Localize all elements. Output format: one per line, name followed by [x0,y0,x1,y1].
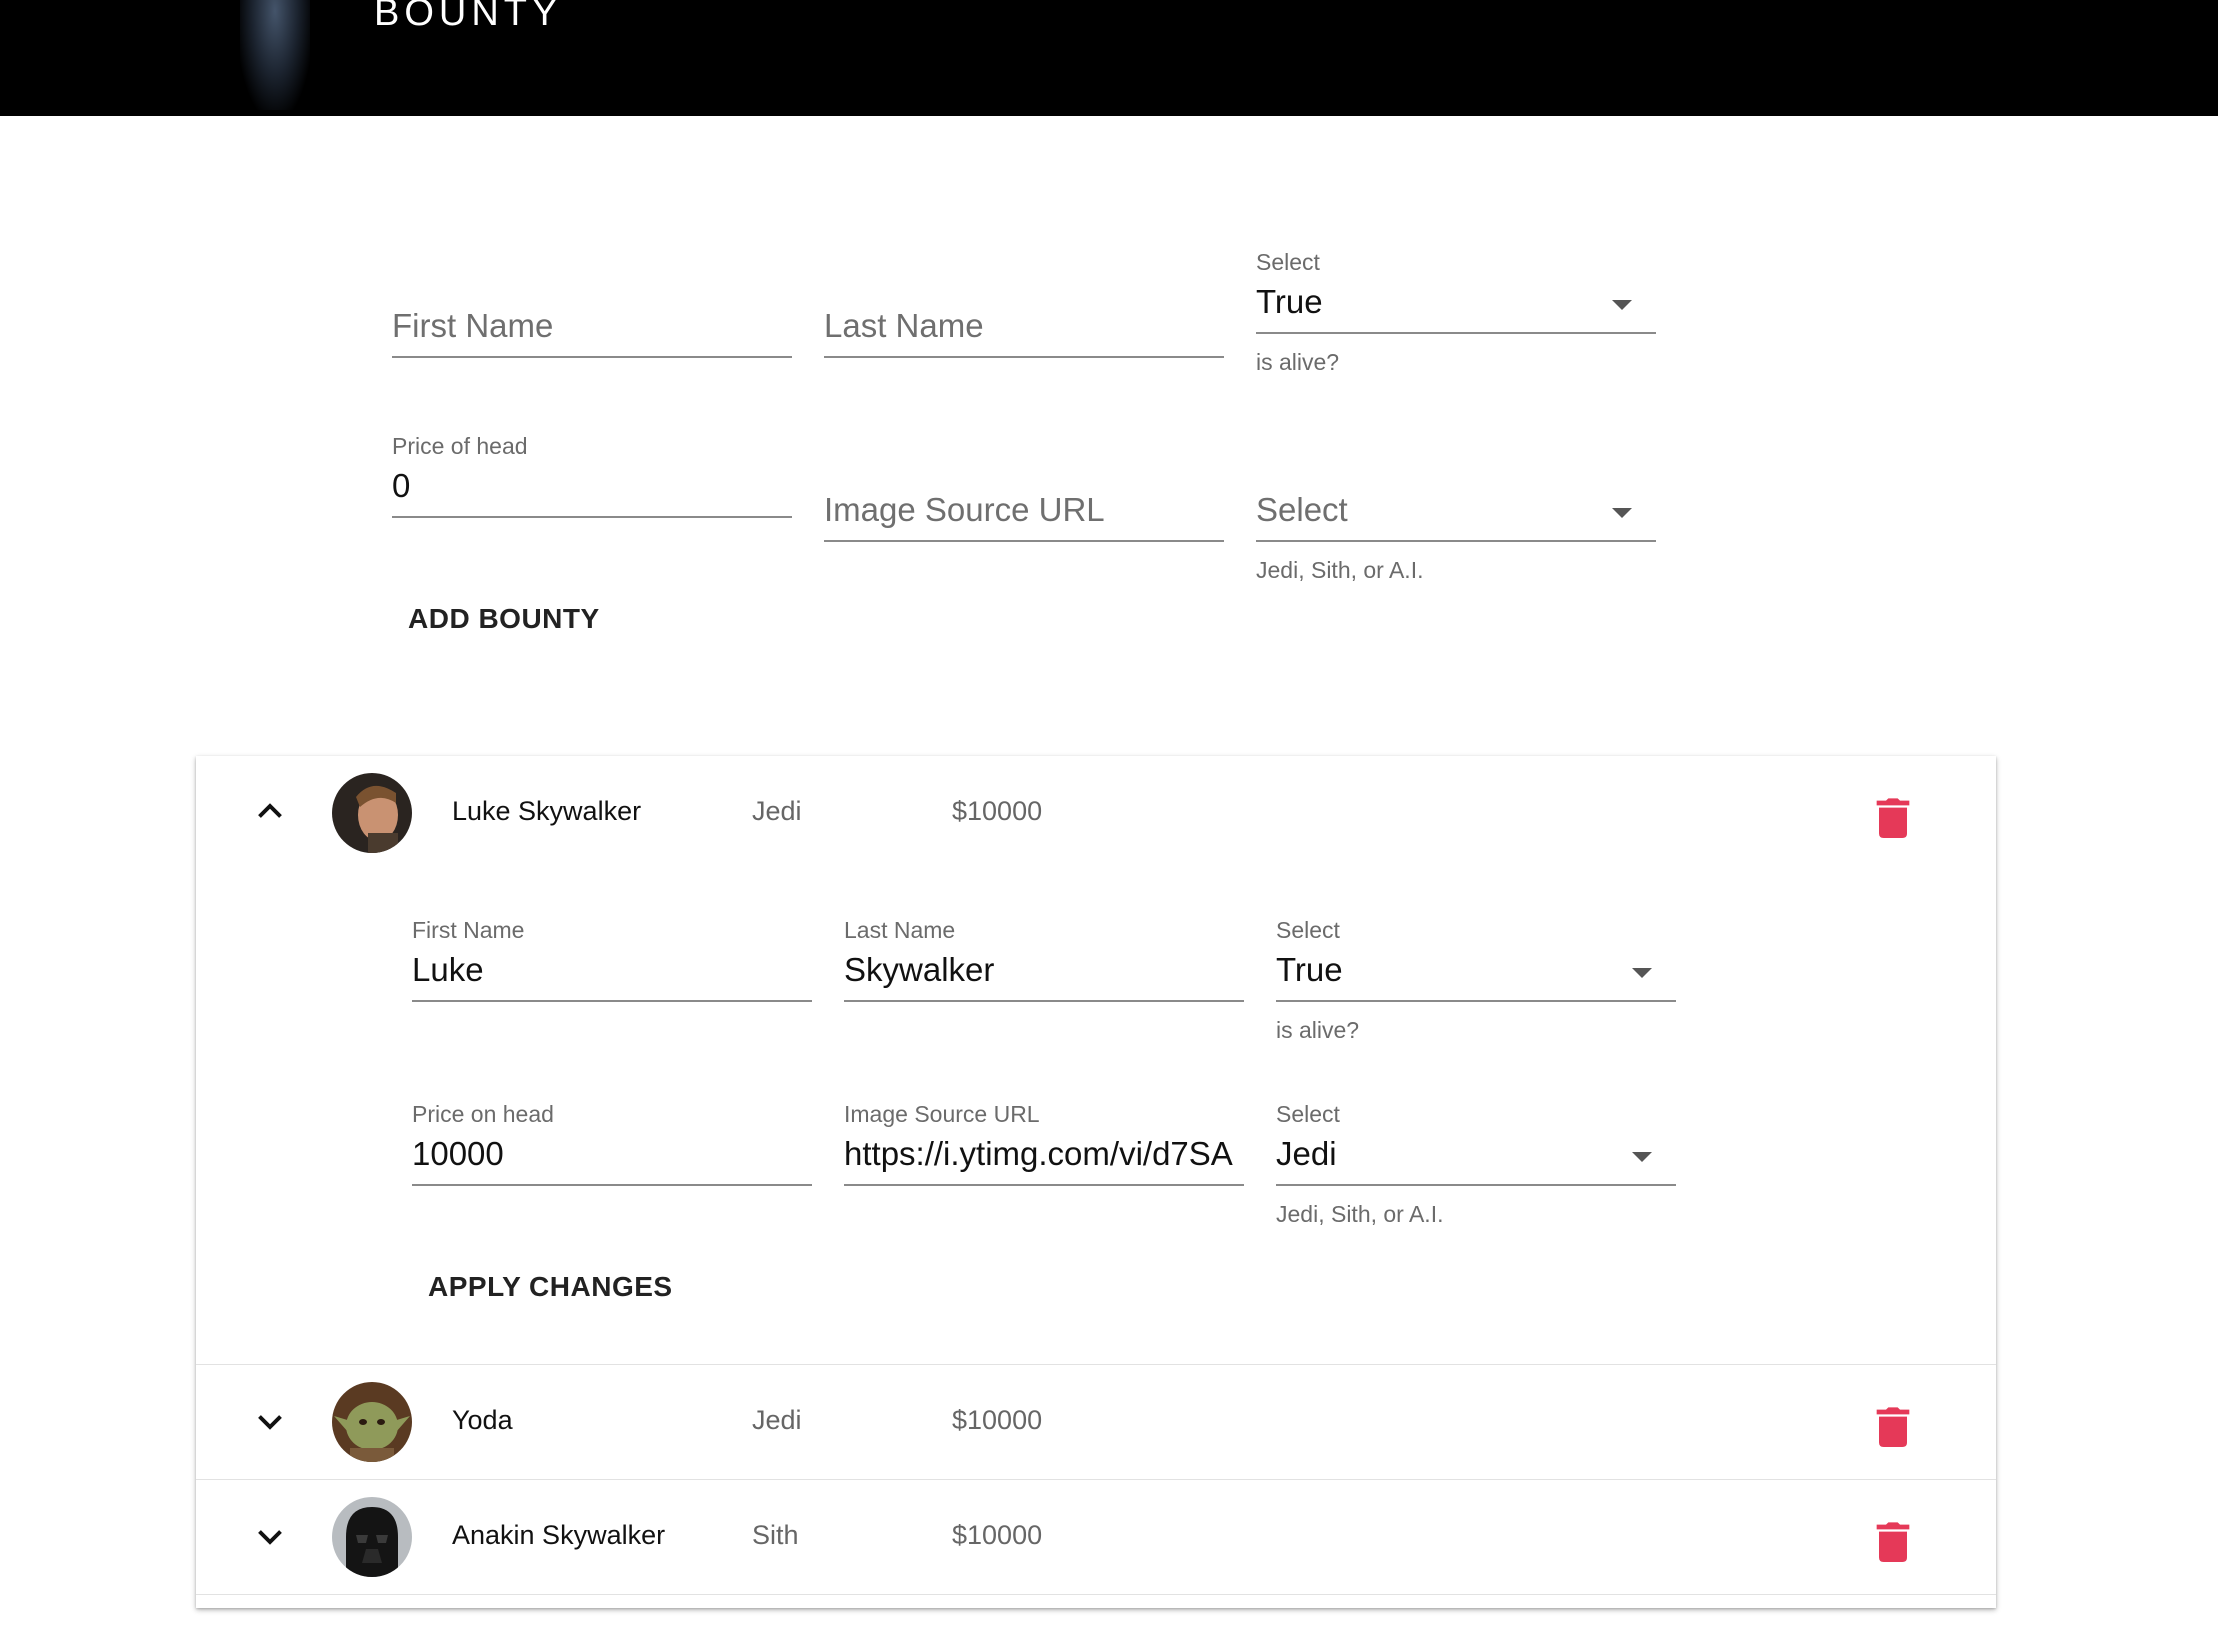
bounty-row-yoda[interactable]: Yoda Jedi $10000 [196,1365,1996,1479]
image-url-input[interactable]: Image Source URL [824,456,1224,560]
bounty-price: $10000 [952,1520,1043,1550]
dropdown-arrow-icon [1612,300,1632,310]
edit-alive-value: True [1276,951,1343,988]
avatar [332,1497,412,1577]
image-url-placeholder: Image Source URL [824,491,1105,528]
edit-type-label: Select [1276,1101,1340,1127]
edit-last-name-value: Skywalker [844,951,995,988]
row-divider [196,1594,1996,1595]
alive-select-value: True [1256,283,1323,320]
edit-alive-label: Select [1276,917,1340,943]
type-helper-text: Jedi, Sith, or A.I. [1256,557,1424,583]
edit-type-helper: Jedi, Sith, or A.I. [1276,1201,1444,1227]
last-name-input[interactable]: Last Name [824,272,1224,376]
edit-image-url-value: https://i.ytimg.com/vi/d7SA [844,1135,1233,1172]
add-bounty-button[interactable]: ADD BOUNTY [408,601,600,637]
app-title: BOUNTY [374,0,563,34]
price-input[interactable]: Price of head 0 [392,432,792,536]
price-label: Price of head [392,433,528,459]
trash-icon[interactable] [1876,796,1910,838]
bounty-name: Yoda [452,1405,513,1435]
chevron-down-icon[interactable] [252,1518,288,1554]
bounty-type: Jedi [752,796,802,826]
chevron-down-icon[interactable] [252,1403,288,1439]
bounty-name: Anakin Skywalker [452,1520,666,1550]
app-header: BOUNTY [0,0,2218,116]
logo [240,0,310,110]
first-name-placeholder: First Name [392,307,554,344]
bounty-name: Luke Skywalker [452,796,642,826]
apply-changes-button[interactable]: APPLY CHANGES [428,1269,673,1305]
bounty-type: Jedi [752,1405,802,1435]
bounty-list: Luke Skywalker Jedi $10000 First Name Lu… [196,756,1996,1608]
edit-first-name-label: First Name [412,917,525,943]
edit-image-url-input[interactable]: Image Source URL https://i.ytimg.com/vi/… [844,1100,1244,1204]
bounty-row-luke[interactable]: Luke Skywalker Jedi $10000 [196,756,1996,870]
type-select[interactable]: Select Jedi, Sith, or A.I. [1256,456,1656,583]
bounty-type: Sith [752,1520,799,1550]
first-name-input[interactable]: First Name [392,272,792,376]
edit-type-value: Jedi [1276,1135,1337,1172]
bounty-row-anakin[interactable]: Anakin Skywalker Sith $10000 [196,1480,1996,1594]
type-select-placeholder: Select [1256,491,1348,528]
edit-last-name-label: Last Name [844,917,956,943]
edit-first-name-input[interactable]: First Name Luke [412,916,812,1020]
edit-alive-select[interactable]: Select True is alive? [1276,916,1676,1043]
trash-icon[interactable] [1876,1405,1910,1447]
alive-helper-text: is alive? [1256,349,1340,375]
edit-first-name-value: Luke [412,951,484,988]
last-name-placeholder: Last Name [824,307,984,344]
edit-image-url-label: Image Source URL [844,1101,1040,1127]
edit-price-label: Price on head [412,1101,554,1127]
bounty-price: $10000 [952,1405,1043,1435]
dropdown-arrow-icon [1612,508,1632,518]
edit-type-select[interactable]: Select Jedi Jedi, Sith, or A.I. [1276,1100,1676,1227]
alive-select-label: Select [1256,249,1320,275]
dropdown-arrow-icon [1632,1152,1652,1162]
chevron-up-icon[interactable] [252,794,288,830]
avatar [332,1382,412,1462]
trash-icon[interactable] [1876,1520,1910,1562]
edit-last-name-input[interactable]: Last Name Skywalker [844,916,1244,1020]
bounty-price: $10000 [952,796,1043,826]
edit-price-value: 10000 [412,1135,504,1172]
edit-price-input[interactable]: Price on head 10000 [412,1100,812,1204]
avatar [332,773,412,853]
dropdown-arrow-icon [1632,968,1652,978]
alive-select[interactable]: Select True is alive? [1256,248,1656,375]
edit-alive-helper: is alive? [1276,1017,1360,1043]
price-value: 0 [392,467,411,504]
